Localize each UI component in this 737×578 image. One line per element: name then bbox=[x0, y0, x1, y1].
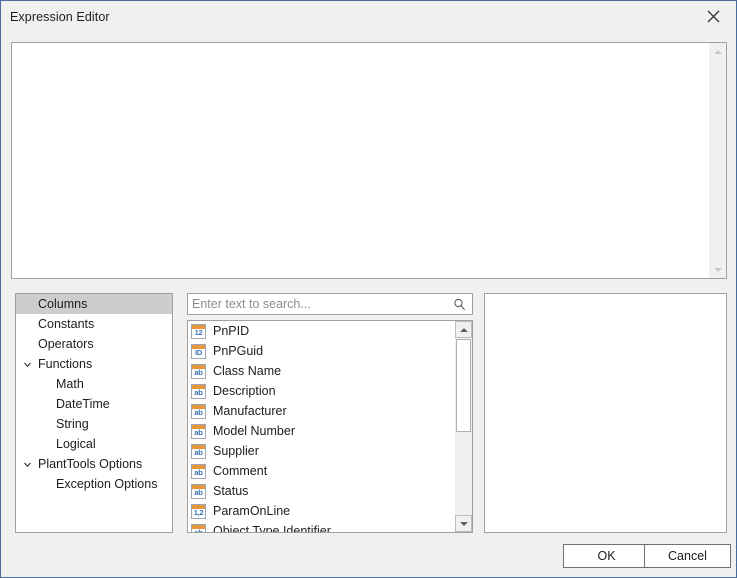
list-item[interactable]: ID PnPGuid bbox=[188, 341, 454, 361]
category-tree[interactable]: Columns Constants Operators Functions Math Da… bbox=[15, 293, 173, 533]
list-item-label: Supplier bbox=[213, 444, 259, 458]
item-list-panel: 12 PnPID ID PnPGuid ab Class Name ab Descriptio… bbox=[187, 293, 473, 533]
chevron-down-icon[interactable] bbox=[20, 454, 34, 474]
tree-item-label: Functions bbox=[38, 357, 93, 371]
list-item-label: Object Type Identifier bbox=[213, 524, 331, 532]
list-item-label: Manufacturer bbox=[213, 404, 287, 418]
list-item[interactable]: ab Object Type Identifier bbox=[188, 521, 454, 532]
title-bar: Expression Editor bbox=[1, 1, 736, 33]
chevron-down-icon[interactable] bbox=[20, 354, 34, 374]
close-icon[interactable] bbox=[691, 1, 736, 32]
type-12-icon: 12 bbox=[191, 323, 206, 339]
tree-item-label: Logical bbox=[56, 437, 96, 451]
tree-item-label: Constants bbox=[38, 317, 95, 331]
window-title: Expression Editor bbox=[10, 10, 110, 24]
type-ab-icon: ab bbox=[191, 383, 206, 399]
list-item[interactable]: ab Class Name bbox=[188, 361, 454, 381]
expression-scrollbar[interactable] bbox=[708, 43, 726, 278]
list-item[interactable]: ab Model Number bbox=[188, 421, 454, 441]
type-icon-glyph: 12 bbox=[194, 327, 203, 337]
expression-textarea[interactable] bbox=[12, 43, 708, 278]
expression-editor-dialog: Expression Editor Columns Constants Operat… bbox=[0, 0, 737, 578]
cancel-button[interactable]: Cancel bbox=[644, 544, 731, 568]
type-ab-icon: ab bbox=[191, 363, 206, 379]
list-item-label: Class Name bbox=[213, 364, 282, 378]
type-ID-icon: ID bbox=[191, 343, 206, 359]
tree-item-planttools-options[interactable]: PlantTools Options bbox=[16, 454, 172, 474]
type-icon-glyph: ab bbox=[194, 387, 203, 397]
tree-item-label: Operators bbox=[38, 337, 94, 351]
list-item-label: Description bbox=[213, 384, 276, 398]
tree-item-label: Exception Options bbox=[56, 477, 158, 491]
type-ab-icon: ab bbox=[191, 423, 206, 439]
column-list[interactable]: 12 PnPID ID PnPGuid ab Class Name ab Descriptio… bbox=[187, 320, 473, 533]
list-item-label: Status bbox=[213, 484, 249, 498]
detail-preview-panel bbox=[484, 293, 727, 533]
tree-item-label: String bbox=[56, 417, 89, 431]
tree-item-math[interactable]: Math bbox=[16, 374, 172, 394]
triangle-down-icon[interactable] bbox=[455, 515, 472, 532]
tree-item-operators[interactable]: Operators bbox=[16, 334, 172, 354]
triangle-up-icon[interactable] bbox=[455, 321, 472, 338]
list-item-label: PnPID bbox=[213, 324, 250, 338]
tree-item-string[interactable]: String bbox=[16, 414, 172, 434]
list-item[interactable]: ab Status bbox=[188, 481, 454, 501]
tree-item-label: Columns bbox=[38, 297, 88, 311]
triangle-up-icon[interactable] bbox=[709, 43, 726, 60]
tree-item-label: PlantTools Options bbox=[38, 457, 143, 471]
type-ab-icon: ab bbox=[191, 403, 206, 419]
search-input[interactable] bbox=[188, 294, 446, 314]
type-icon-glyph: ab bbox=[194, 487, 203, 497]
scrollbar-thumb[interactable] bbox=[456, 339, 471, 432]
tree-item-datetime[interactable]: DateTime bbox=[16, 394, 172, 414]
list-item-label: PnPGuid bbox=[213, 344, 264, 358]
type-ab-icon: ab bbox=[191, 523, 206, 533]
list-item[interactable]: ab Manufacturer bbox=[188, 401, 454, 421]
list-item-label: Comment bbox=[213, 464, 268, 478]
type-ab-icon: ab bbox=[191, 443, 206, 459]
tree-item-label: DateTime bbox=[56, 397, 110, 411]
tree-item-columns[interactable]: Columns bbox=[16, 294, 172, 314]
column-list-scrollbar[interactable] bbox=[455, 321, 472, 532]
list-item[interactable]: ab Supplier bbox=[188, 441, 454, 461]
type-12-icon: 1,2 bbox=[191, 503, 206, 519]
triangle-down-icon[interactable] bbox=[709, 261, 726, 278]
search-box[interactable] bbox=[187, 293, 473, 315]
tree-item-functions[interactable]: Functions bbox=[16, 354, 172, 374]
list-item-label: Model Number bbox=[213, 424, 295, 438]
ok-button[interactable]: OK bbox=[563, 544, 650, 568]
type-ab-icon: ab bbox=[191, 483, 206, 499]
tree-item-logical[interactable]: Logical bbox=[16, 434, 172, 454]
type-ab-icon: ab bbox=[191, 463, 206, 479]
search-icon[interactable] bbox=[449, 295, 469, 314]
type-icon-glyph: ID bbox=[195, 347, 202, 357]
type-icon-glyph: ab bbox=[194, 367, 203, 377]
tree-item-label: Math bbox=[56, 377, 84, 391]
expression-input-area[interactable] bbox=[11, 42, 727, 279]
type-icon-glyph: ab bbox=[192, 528, 205, 533]
list-item[interactable]: ab Comment bbox=[188, 461, 454, 481]
list-item-label: ParamOnLine bbox=[213, 504, 291, 518]
tree-item-constants[interactable]: Constants bbox=[16, 314, 172, 334]
list-item[interactable]: ab Description bbox=[188, 381, 454, 401]
list-item[interactable]: 1,2 ParamOnLine bbox=[188, 501, 454, 521]
type-icon-glyph: 1,2 bbox=[193, 507, 204, 517]
type-icon-glyph: ab bbox=[194, 467, 203, 477]
type-icon-glyph: ab bbox=[194, 407, 203, 417]
list-item[interactable]: 12 PnPID bbox=[188, 321, 454, 341]
type-icon-glyph: ab bbox=[194, 447, 203, 457]
tree-item-exception-options[interactable]: Exception Options bbox=[16, 474, 172, 494]
type-icon-glyph: ab bbox=[194, 427, 203, 437]
